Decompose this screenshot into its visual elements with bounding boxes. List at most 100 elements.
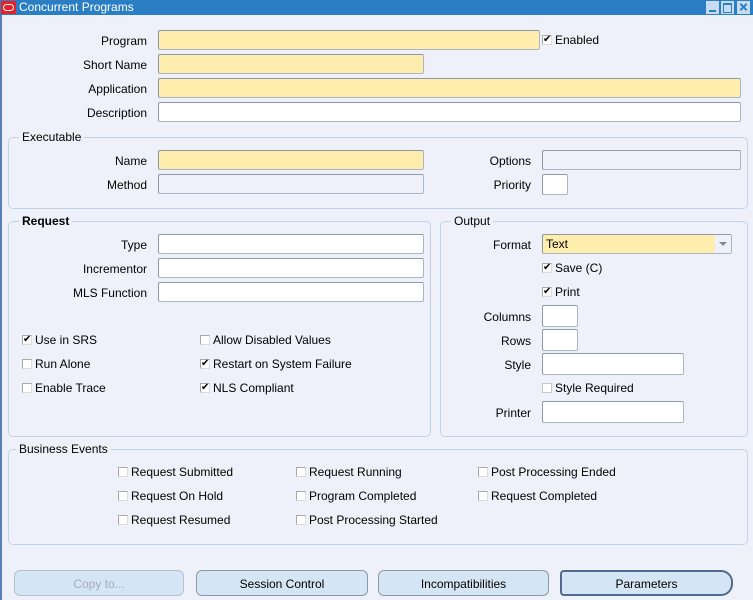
oracle-logo-icon [1, 1, 16, 14]
checkbox-label: Request Resumed [131, 513, 231, 527]
restart-on-system-failure-checkbox[interactable]: Restart on System Failure [200, 356, 352, 372]
window-border [0, 15, 2, 600]
checkbox-label: NLS Compliant [213, 381, 294, 395]
checkbox-box[interactable] [22, 359, 32, 369]
mls-function-label: MLS Function [72, 286, 147, 300]
checkbox-box[interactable] [200, 356, 210, 372]
checkbox-label: Request Submitted [131, 465, 234, 479]
checkbox-label: Enable Trace [35, 381, 106, 395]
format-label: Format [492, 238, 531, 252]
program-completed-checkbox[interactable]: Program Completed [296, 488, 416, 504]
maximize-icon[interactable] [721, 1, 734, 14]
checkbox-box[interactable] [22, 332, 32, 348]
checkbox-box[interactable] [200, 335, 210, 345]
type-label: Type [120, 238, 147, 252]
request-resumed-checkbox[interactable]: Request Resumed [118, 512, 230, 528]
format-select[interactable]: Text [542, 234, 732, 254]
style-input[interactable] [542, 353, 684, 375]
method-label: Method [106, 178, 147, 192]
priority-label: Priority [493, 178, 531, 192]
executable-name-input[interactable] [158, 150, 424, 170]
parameters-button[interactable]: Parameters [560, 570, 733, 596]
rows-label: Rows [500, 334, 531, 348]
rows-input[interactable] [542, 329, 578, 351]
executable-group [8, 137, 748, 209]
columns-label: Columns [483, 310, 531, 324]
checkbox-label: Request Running [309, 465, 402, 479]
format-value: Text [546, 237, 569, 251]
checkbox-label: Request On Hold [131, 489, 224, 503]
chevron-down-icon[interactable] [715, 235, 731, 253]
application-input[interactable] [158, 78, 741, 98]
checkbox-label: Print [555, 285, 580, 299]
checkbox-box[interactable] [118, 491, 128, 501]
checkbox-box[interactable] [478, 491, 488, 501]
incrementor-input[interactable] [158, 258, 424, 278]
checkbox-box[interactable] [478, 467, 488, 477]
incrementor-label: Incrementor [82, 262, 147, 276]
executable-name-label: Name [114, 154, 147, 168]
print-checkbox[interactable]: Print [542, 284, 580, 300]
checkbox-label: Style Required [555, 381, 634, 395]
executable-group-title: Executable [19, 130, 85, 144]
enabled-checkbox[interactable]: Enabled [542, 32, 599, 48]
description-label: Description [86, 106, 147, 120]
checkbox-label: Use in SRS [35, 333, 98, 347]
nls-compliant-checkbox[interactable]: NLS Compliant [200, 380, 294, 396]
checkbox-box[interactable] [542, 284, 552, 300]
enabled-checkbox-box[interactable] [542, 32, 552, 48]
minimize-icon[interactable] [706, 1, 719, 14]
incompatibilities-button[interactable]: Incompatibilities [378, 570, 549, 596]
program-label: Program [100, 34, 147, 48]
checkbox-box[interactable] [296, 491, 306, 501]
short-name-input[interactable] [158, 54, 424, 74]
window-title: Concurrent Programs [19, 0, 134, 14]
checkbox-label: Post Processing Started [309, 513, 438, 527]
copy-to-button[interactable]: Copy to... [14, 570, 184, 596]
business-events-group-title: Business Events [16, 442, 111, 456]
printer-input[interactable] [542, 401, 684, 423]
allow-disabled-values-checkbox[interactable]: Allow Disabled Values [200, 332, 331, 348]
checkbox-box[interactable] [542, 260, 552, 276]
post-processing-ended-checkbox[interactable]: Post Processing Ended [478, 464, 616, 480]
session-control-button[interactable]: Session Control [196, 570, 368, 596]
checkbox-box[interactable] [200, 380, 210, 396]
checkbox-label: Request Completed [491, 489, 598, 503]
request-running-checkbox[interactable]: Request Running [296, 464, 402, 480]
style-label: Style [504, 358, 531, 372]
checkbox-box[interactable] [542, 383, 552, 393]
checkbox-label: Restart on System Failure [213, 357, 352, 371]
priority-input[interactable] [542, 174, 568, 195]
request-submitted-checkbox[interactable]: Request Submitted [118, 464, 233, 480]
checkbox-label: Post Processing Ended [491, 465, 616, 479]
options-input[interactable] [542, 150, 741, 170]
checkbox-box[interactable] [22, 383, 32, 393]
mls-function-input[interactable] [158, 282, 424, 302]
enabled-label: Enabled [555, 33, 600, 47]
options-label: Options [489, 154, 531, 168]
method-input[interactable] [158, 174, 424, 194]
short-name-label: Short Name [82, 58, 147, 72]
checkbox-box[interactable] [118, 467, 128, 477]
post-processing-started-checkbox[interactable]: Post Processing Started [296, 512, 438, 528]
type-input[interactable] [158, 234, 424, 254]
request-completed-checkbox[interactable]: Request Completed [478, 488, 597, 504]
style-required-checkbox[interactable]: Style Required [542, 380, 634, 396]
title-bar: Concurrent Programs [0, 0, 753, 15]
checkbox-label: Allow Disabled Values [213, 333, 331, 347]
save-checkbox[interactable]: Save (C) [542, 260, 602, 276]
program-input[interactable] [158, 30, 540, 50]
checkbox-box[interactable] [296, 515, 306, 525]
application-label: Application [88, 82, 147, 96]
checkbox-box[interactable] [118, 515, 128, 525]
enable-trace-checkbox[interactable]: Enable Trace [22, 380, 106, 396]
request-on-hold-checkbox[interactable]: Request On Hold [118, 488, 223, 504]
run-alone-checkbox[interactable]: Run Alone [22, 356, 90, 372]
description-input[interactable] [158, 102, 741, 122]
checkbox-label: Save (C) [555, 261, 603, 275]
use-in-srs-checkbox[interactable]: Use in SRS [22, 332, 97, 348]
checkbox-label: Program Completed [309, 489, 417, 503]
checkbox-box[interactable] [296, 467, 306, 477]
columns-input[interactable] [542, 305, 578, 327]
close-icon[interactable] [737, 1, 750, 14]
